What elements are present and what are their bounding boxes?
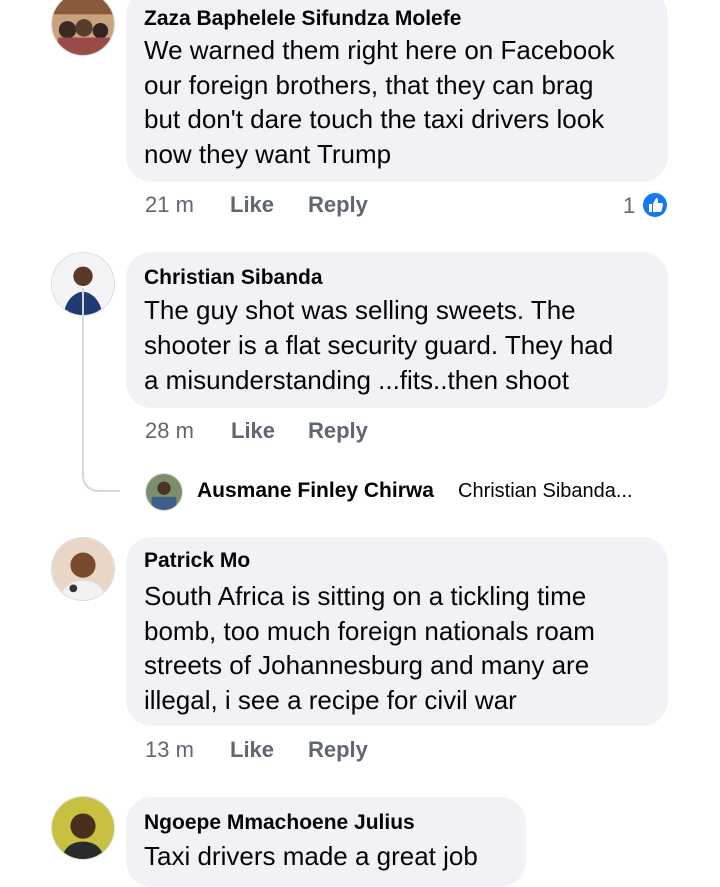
comment-author[interactable]: Ngoepe Mmachoene Julius [144,811,415,835]
reply-button[interactable]: Reply [308,737,368,763]
avatar[interactable] [51,537,115,601]
reaction-count: 1 [623,193,636,218]
comment-text-line: bomb, too much foreign nationals roam [144,615,595,646]
avatar[interactable] [51,796,115,860]
comment-bubble: Zaza Baphelele Sifundza Molefe We warned… [126,0,668,182]
comment-text-line: but don't dare touch the taxi drivers lo… [144,104,605,134]
comment-bubble: Patrick Mo South Africa is sitting on a … [126,537,668,726]
comment-text-line: The guy shot was selling sweets. The [144,295,576,325]
comment-author[interactable]: Patrick Mo [144,549,250,573]
comment-text-line: a misunderstanding ...fits..then shoot [144,365,569,395]
reply-author: Ausmane Finley Chirwa [197,479,434,502]
avatar [145,473,183,511]
like-button[interactable]: Like [230,192,274,218]
comment-author[interactable]: Zaza Baphelele Sifundza Molefe [144,7,461,31]
avatar[interactable] [51,0,115,56]
thumbs-up-icon [641,191,669,219]
like-button[interactable]: Like [231,418,275,444]
comment-text-line: now they want Trump [144,138,392,169]
comment-text-line: Taxi drivers made a great job [144,841,478,871]
comment-author[interactable]: Christian Sibanda [144,266,323,290]
comment-text-line: streets of Johannesburg and many are [144,650,590,680]
comment-text-line: illegal, i see a recipe for civil war [144,684,517,715]
comment-timestamp[interactable]: 21 m [145,192,194,218]
comment-text-line: shooter is a flat security guard. They h… [144,330,614,360]
comment-bubble: Christian Sibanda The guy shot was selli… [126,252,668,408]
reply-button[interactable]: Reply [308,192,368,218]
comment-timestamp[interactable]: 28 m [145,418,194,444]
comment-text-line: South Africa is sitting on a tickling ti… [144,581,587,611]
thread-connector-line [82,288,120,492]
comment-text-line: our foreign brothers, that they can brag [144,69,594,100]
comment-timestamp[interactable]: 13 m [145,737,194,763]
comment-bubble: Ngoepe Mmachoene Julius Taxi drivers mad… [126,797,526,887]
reply-preview-text: Christian Sibanda... [458,480,633,502]
reply-button[interactable]: Reply [308,418,368,444]
comment-text-line: We warned them right here on Facebook [144,35,615,65]
like-button[interactable]: Like [230,737,274,763]
